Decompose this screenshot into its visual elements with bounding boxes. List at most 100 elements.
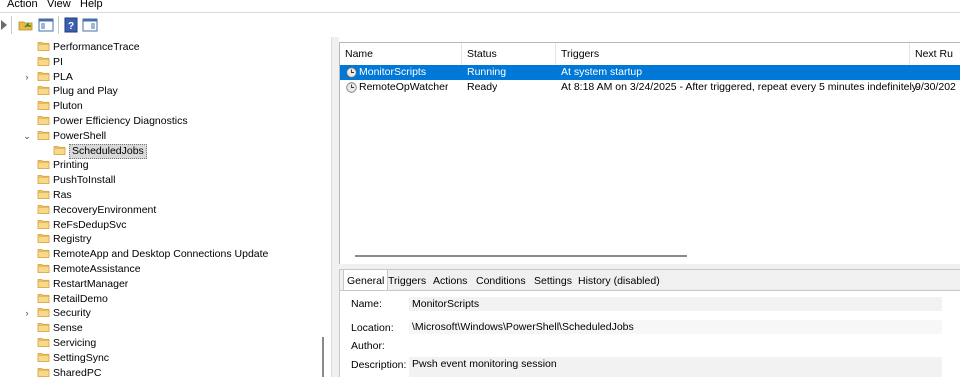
- folder-icon: [37, 160, 50, 170]
- tree-item[interactable]: Servicing: [0, 336, 320, 351]
- tree-item[interactable]: › PLA: [0, 70, 320, 85]
- pane-splitter[interactable]: [331, 37, 339, 377]
- task-row[interactable]: RemoteOpWatcher Ready At 8:18 AM on 3/24…: [340, 80, 960, 95]
- toolbar-separator: [58, 16, 59, 34]
- task-status: Ready: [467, 81, 498, 93]
- tree-item[interactable]: SettingSync: [0, 351, 320, 366]
- folder-icon: [37, 219, 50, 229]
- folder-icon: [37, 86, 50, 96]
- task-list-horizontal-scrollbar[interactable]: [340, 248, 960, 264]
- task-triggers: At 8:18 AM on 3/24/2025 - After triggere…: [561, 81, 920, 93]
- tree-item[interactable]: RecoveryEnvironment: [0, 203, 320, 218]
- task-next-run: 9/30/202: [915, 81, 956, 93]
- tab-triggers[interactable]: Triggers: [385, 271, 429, 291]
- tree-item[interactable]: RemoteAssistance: [0, 262, 320, 277]
- console-tree-icon[interactable]: [36, 15, 56, 35]
- tree-item[interactable]: Plug and Play: [0, 84, 320, 99]
- folder-icon: [37, 130, 50, 140]
- tree-item-label: ScheduledJobs: [69, 143, 147, 159]
- tree-item[interactable]: Pluton: [0, 99, 320, 114]
- tab-history[interactable]: History (disabled): [575, 271, 663, 291]
- task-clock-icon: [346, 67, 357, 78]
- folder-icon: [37, 71, 50, 81]
- tree-item-label: RemoteApp and Desktop Connections Update: [53, 248, 269, 261]
- location-label: Location:: [351, 322, 394, 334]
- tab-settings[interactable]: Settings: [531, 271, 575, 291]
- tree-item-label: PowerShell: [53, 129, 107, 142]
- tree-item[interactable]: Printing: [0, 158, 320, 173]
- tree-item-label: RetailDemo: [53, 292, 108, 305]
- collapse-chevron-icon[interactable]: ⌄: [22, 130, 32, 142]
- tree-item[interactable]: ScheduledJobs: [0, 143, 320, 159]
- folder-icon: [37, 308, 50, 318]
- tree-item[interactable]: Power Efficiency Diagnostics: [0, 114, 320, 129]
- expand-chevron-icon[interactable]: ›: [22, 307, 32, 319]
- location-field[interactable]: \Microsoft\Windows\PowerShell\ScheduledJ…: [409, 320, 942, 334]
- column-header-name[interactable]: Name: [340, 43, 462, 65]
- tree-item[interactable]: Ras: [0, 188, 320, 203]
- task-name: MonitorScripts: [359, 66, 427, 78]
- folder-icon: [37, 278, 50, 288]
- name-field[interactable]: MonitorScripts: [409, 297, 942, 311]
- menu-action[interactable]: Action: [7, 0, 38, 11]
- author-label: Author:: [351, 340, 385, 352]
- tree-item[interactable]: SharedPC: [0, 366, 320, 377]
- tree-item[interactable]: PI: [0, 55, 320, 70]
- horizontal-scrollbar-thumb[interactable]: [355, 255, 687, 257]
- expand-chevron-icon[interactable]: ›: [22, 71, 32, 83]
- tree-item[interactable]: Registry: [0, 232, 320, 247]
- tree-item-label: RecoveryEnvironment: [53, 203, 157, 216]
- tree-scrollbar[interactable]: [317, 37, 330, 377]
- tree-item[interactable]: › Security: [0, 306, 320, 321]
- description-field[interactable]: Pwsh event monitoring session: [409, 357, 942, 377]
- tree-item-label: Registry: [53, 233, 92, 246]
- column-header-triggers[interactable]: Triggers: [556, 43, 910, 65]
- author-field[interactable]: [409, 339, 942, 353]
- svg-text:?: ?: [68, 21, 74, 32]
- tab-actions[interactable]: Actions: [430, 271, 470, 291]
- tree-item-label: PLA: [53, 70, 73, 83]
- tab-general[interactable]: General: [343, 269, 389, 291]
- tree-item-label: Plug and Play: [53, 85, 118, 98]
- tree-item-label: RemoteAssistance: [53, 263, 141, 275]
- tree-item[interactable]: RemoteApp and Desktop Connections Update: [0, 247, 320, 262]
- tree-scrollbar-thumb[interactable]: [322, 337, 324, 377]
- tree-item[interactable]: RetailDemo: [0, 292, 320, 307]
- column-header-status[interactable]: Status: [462, 43, 556, 65]
- menu-view[interactable]: View: [47, 0, 71, 11]
- folder-icon: [37, 264, 50, 273]
- folder-icon: [37, 367, 50, 377]
- column-header-next-run[interactable]: Next Ru: [910, 43, 960, 65]
- tree-item[interactable]: PushToInstall: [0, 173, 320, 188]
- folder-icon: [37, 101, 50, 111]
- help-icon[interactable]: ?: [61, 15, 81, 35]
- tab-conditions[interactable]: Conditions: [473, 271, 529, 291]
- tree-item[interactable]: PerformanceTrace: [0, 40, 320, 55]
- menu-help[interactable]: Help: [80, 0, 103, 11]
- tree-item[interactable]: ⌄ PowerShell: [0, 129, 320, 144]
- folder-icon: [37, 234, 50, 244]
- folder-icon: [37, 175, 50, 185]
- tree-item-label: Ras: [53, 189, 72, 201]
- task-row[interactable]: MonitorScripts Running At system startup: [340, 65, 960, 80]
- action-pane-icon[interactable]: [80, 15, 100, 35]
- tree-item-label: SharedPC: [53, 366, 102, 377]
- task-name: RemoteOpWatcher: [359, 81, 449, 93]
- tree-item-label: Servicing: [53, 337, 97, 349]
- open-folder-icon[interactable]: [16, 15, 36, 35]
- tree-item[interactable]: RestartManager: [0, 277, 320, 292]
- tree-item[interactable]: Sense: [0, 321, 320, 336]
- tree-item[interactable]: ReFsDedupSvc: [0, 218, 320, 233]
- task-details-pane: General Triggers Actions Conditions Sett…: [339, 269, 960, 377]
- task-status: Running: [467, 66, 507, 78]
- task-list: Name Status Triggers Next Ru MonitorScri…: [339, 42, 960, 264]
